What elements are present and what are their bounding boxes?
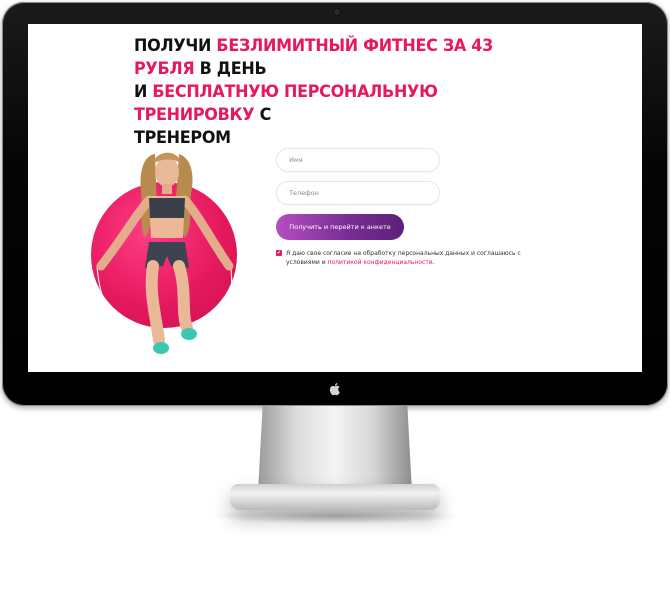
camera-icon	[334, 9, 340, 15]
headline-accent: бесплатную персональную тренировку	[134, 81, 438, 125]
headline-text: в день	[194, 58, 267, 79]
page-headline: Получи безлимитный фитнес за 43 рубля в …	[134, 34, 554, 150]
submit-button[interactable]: Получить и перейти к анкете	[276, 214, 404, 240]
stand-shadow	[210, 508, 460, 524]
monitor-mockup: Получи безлимитный фитнес за 43 рубля в …	[0, 0, 670, 601]
checkmark-icon: ✔	[276, 250, 282, 256]
headline-text: с	[254, 104, 272, 125]
monitor-stand-neck	[258, 406, 412, 492]
screen: Получи безлимитный фитнес за 43 рубля в …	[28, 24, 642, 372]
apple-logo-icon	[327, 381, 343, 397]
consent-checkbox[interactable]: ✔	[276, 250, 282, 256]
privacy-policy-link[interactable]: политикой конфиденциальности	[328, 259, 433, 266]
monitor-stand-base	[230, 484, 440, 510]
headline-text: Получи	[134, 35, 217, 55]
signup-form: Получить и перейти к анкете ✔ Я даю свое…	[276, 148, 521, 267]
consent-block: ✔ Я даю свое согласие на обработку персо…	[276, 249, 526, 267]
phone-input[interactable]	[276, 181, 440, 205]
name-input[interactable]	[276, 148, 440, 172]
consent-text-end: .	[432, 259, 435, 266]
athlete-illustration	[96, 152, 234, 354]
headline-text: и	[134, 81, 153, 102]
hero-image	[83, 142, 253, 372]
